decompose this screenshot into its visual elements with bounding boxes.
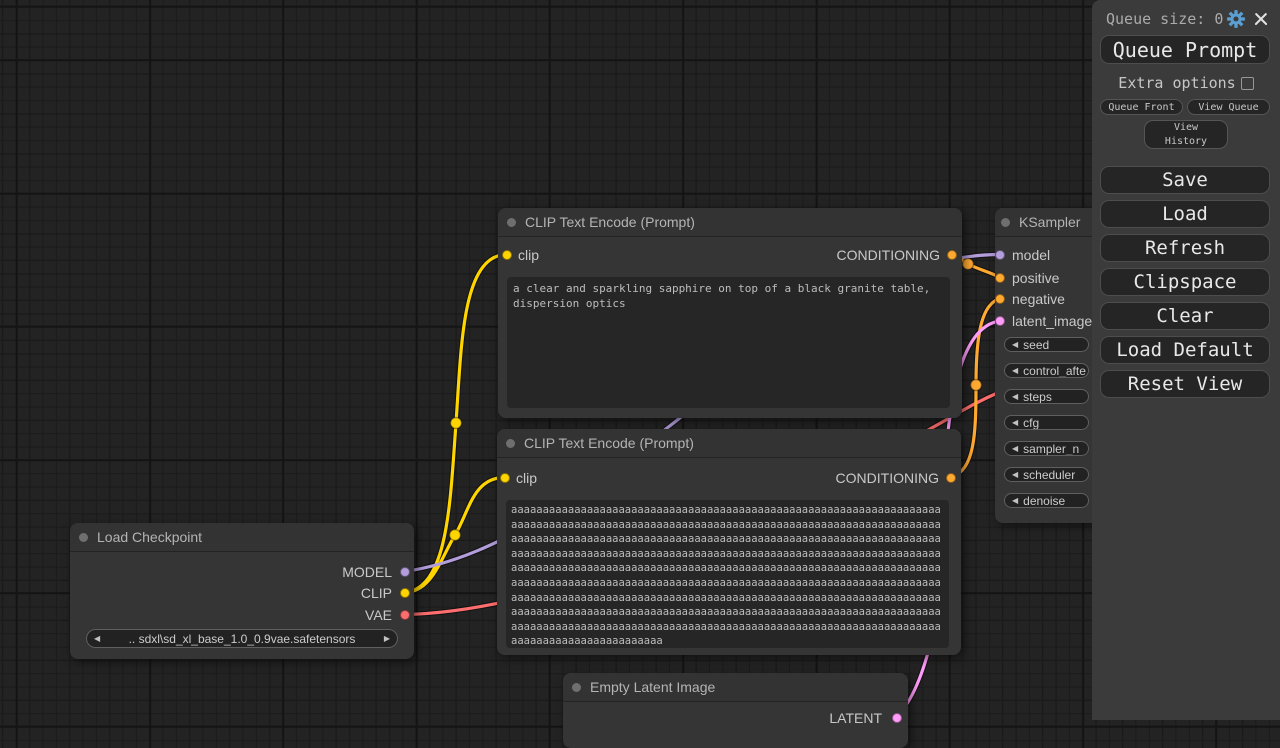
widget-label: control_afte (1023, 364, 1086, 378)
widget-label: seed (1023, 338, 1049, 352)
view-queue-button[interactable]: View Queue (1187, 99, 1270, 115)
prompt-textarea[interactable]: a clear and sparkling sapphire on top of… (507, 277, 950, 408)
widget-denoise[interactable]: ◀ denoise (1004, 493, 1089, 508)
link-midpoint-dot (971, 380, 982, 391)
node-load-checkpoint[interactable]: Load Checkpoint MODEL CLIP VAE ◀ .. sdxl… (70, 523, 414, 659)
widget-steps[interactable]: ◀ steps (1004, 389, 1089, 404)
widget-prev-icon[interactable]: ◀ (1012, 444, 1018, 453)
output-label-model: MODEL (342, 564, 392, 580)
widget-label: denoise (1023, 494, 1065, 508)
link-midpoint-dot (963, 259, 974, 270)
input-port-clip[interactable] (500, 473, 510, 483)
link-midpoint-dot (451, 418, 462, 429)
close-icon[interactable] (1254, 12, 1268, 26)
load-button[interactable]: Load (1100, 200, 1270, 228)
view-history-button[interactable]: View History (1144, 120, 1228, 149)
node-header[interactable]: CLIP Text Encode (Prompt) (497, 429, 961, 458)
node-title: Load Checkpoint (97, 529, 202, 545)
save-button[interactable]: Save (1100, 166, 1270, 194)
widget-control-after-generate[interactable]: ◀ control_afte (1004, 363, 1089, 378)
widget-scheduler[interactable]: ◀ scheduler (1004, 467, 1089, 482)
collapse-dot-icon[interactable] (1001, 218, 1010, 227)
output-label-vae: VAE (365, 607, 392, 623)
output-port-clip[interactable] (400, 588, 410, 598)
widget-cfg[interactable]: ◀ cfg (1004, 415, 1089, 430)
input-port-clip[interactable] (502, 250, 512, 260)
queue-front-button[interactable]: Queue Front (1100, 99, 1183, 115)
widget-prev-icon[interactable]: ◀ (1012, 496, 1018, 505)
widget-prev-icon[interactable]: ◀ (1012, 366, 1018, 375)
collapse-dot-icon[interactable] (79, 533, 88, 542)
clipspace-button[interactable]: Clipspace (1100, 268, 1270, 296)
node-clip-text-encode-2[interactable]: CLIP Text Encode (Prompt) clip CONDITION… (497, 429, 961, 655)
widget-label: cfg (1023, 416, 1039, 430)
prompt-textarea[interactable]: aaaaaaaaaaaaaaaaaaaaaaaaaaaaaaaaaaaaaaaa… (506, 500, 949, 648)
load-default-button[interactable]: Load Default (1100, 336, 1270, 364)
reset-view-button[interactable]: Reset View (1100, 370, 1270, 398)
widget-label: steps (1023, 390, 1052, 404)
link-midpoint-dot (450, 530, 461, 541)
node-header[interactable]: Empty Latent Image (563, 673, 908, 702)
widget-label: scheduler (1023, 468, 1075, 482)
ckpt-name-combo[interactable]: ◀ .. sdxl\sd_xl_base_1.0_0.9vae.safetens… (86, 629, 398, 648)
extra-options-label: Extra options (1118, 74, 1235, 92)
clear-button[interactable]: Clear (1100, 302, 1270, 330)
output-label-conditioning: CONDITIONING (836, 470, 939, 486)
queue-prompt-button[interactable]: Queue Prompt (1100, 35, 1270, 64)
node-header[interactable]: Load Checkpoint (70, 523, 414, 552)
output-port-model[interactable] (400, 567, 410, 577)
combo-prev-icon[interactable]: ◀ (94, 634, 100, 643)
input-port-model[interactable] (995, 250, 1005, 260)
output-port-conditioning[interactable] (946, 473, 956, 483)
widget-prev-icon[interactable]: ◀ (1012, 470, 1018, 479)
input-port-positive[interactable] (995, 273, 1005, 283)
combo-next-icon[interactable]: ▶ (384, 634, 390, 643)
widget-prev-icon[interactable]: ◀ (1012, 418, 1018, 427)
collapse-dot-icon[interactable] (507, 218, 516, 227)
output-port-vae[interactable] (400, 610, 410, 620)
node-title: KSampler (1019, 214, 1080, 230)
input-label-clip: clip (516, 470, 537, 486)
node-header[interactable]: CLIP Text Encode (Prompt) (498, 208, 962, 237)
comfyui-canvas[interactable]: { "colors": { "model": "#B39DDB", "clip"… (0, 0, 1280, 720)
node-empty-latent-image[interactable]: Empty Latent Image LATENT (563, 673, 908, 748)
widget-seed[interactable]: ◀ seed (1004, 337, 1089, 352)
queue-menu-panel: Queue size: 0 Queue Prompt Extra options… (1092, 0, 1280, 720)
queue-size-label: Queue size: 0 (1106, 10, 1227, 28)
node-title: Empty Latent Image (590, 679, 715, 695)
node-clip-text-encode-1[interactable]: CLIP Text Encode (Prompt) clip CONDITION… (498, 208, 962, 418)
input-label-clip: clip (518, 247, 539, 263)
input-label-model: model (1012, 247, 1050, 263)
input-label-positive: positive (1012, 270, 1059, 286)
widget-sampler-name[interactable]: ◀ sampler_n (1004, 441, 1089, 456)
collapse-dot-icon[interactable] (506, 439, 515, 448)
extra-options-checkbox[interactable] (1241, 77, 1254, 90)
output-label-clip: CLIP (361, 585, 392, 601)
node-title: CLIP Text Encode (Prompt) (524, 435, 694, 451)
gear-icon[interactable] (1227, 10, 1245, 28)
input-port-negative[interactable] (995, 294, 1005, 304)
output-port-latent[interactable] (892, 713, 902, 723)
refresh-button[interactable]: Refresh (1100, 234, 1270, 262)
input-label-latent-image: latent_image (1012, 313, 1092, 329)
widget-label: sampler_n (1023, 442, 1079, 456)
node-title: CLIP Text Encode (Prompt) (525, 214, 695, 230)
ckpt-name-value: .. sdxl\sd_xl_base_1.0_0.9vae.safetensor… (105, 632, 379, 646)
input-label-negative: negative (1012, 291, 1065, 307)
output-label-latent: LATENT (829, 710, 882, 726)
input-port-latent-image[interactable] (995, 316, 1005, 326)
output-label-conditioning: CONDITIONING (837, 247, 940, 263)
output-port-conditioning[interactable] (947, 250, 957, 260)
collapse-dot-icon[interactable] (572, 683, 581, 692)
widget-prev-icon[interactable]: ◀ (1012, 340, 1018, 349)
widget-prev-icon[interactable]: ◀ (1012, 392, 1018, 401)
